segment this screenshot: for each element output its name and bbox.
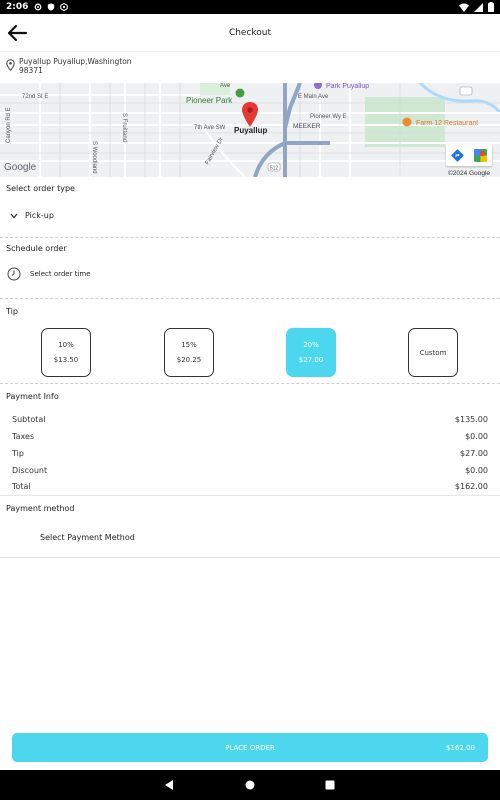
directions-button[interactable] [446,144,469,166]
divider [0,557,500,558]
arrow-left-icon[interactable] [6,23,28,43]
divider [0,383,500,384]
select-order-time-label: Select order time [30,270,91,278]
tip-percent: 15% [181,341,197,349]
route-shield-label: 512 [270,166,279,172]
payment-row-subtotal: Subtotal $135.00 [12,415,488,424]
directions-icon [451,148,464,162]
payment-row-value: $0.00 [465,466,488,475]
payment-row-taxes: Taxes $0.00 [12,432,488,441]
schedule-heading: Schedule order [6,244,67,253]
tip-option-15[interactable]: 15% $20.25 [164,328,214,377]
location-pin-icon [6,59,15,71]
map-label: MEEKER [293,123,321,130]
tip-amount: $20.25 [176,356,202,364]
payment-row-label: Subtotal [12,415,46,424]
tip-percent: Custom [419,348,447,357]
payment-row-label: Tip [12,449,24,458]
payment-row-label: Discount [12,466,48,475]
tip-heading: Tip [6,307,18,316]
open-maps-button[interactable] [469,144,492,166]
map-label-city: Puyallup [234,126,267,135]
map-label: 7th Ave SW [194,125,226,131]
gear-icon [60,3,69,11]
payment-row-total: Total $162.00 [12,482,488,491]
shield-icon [48,3,55,11]
address-line2: 98371 [19,66,43,75]
divider [0,298,500,299]
map-canvas: 512 72nd St E Ave Pioneer Park E Main Av… [0,83,500,177]
status-time: 2:06 [6,2,29,12]
address-line1: Puyallup Puyallup,Washington [19,57,132,66]
tip-option-10[interactable]: 10% $13.50 [41,328,91,377]
clock-icon [7,267,21,281]
pickup-address: Puyallup Puyallup,Washington 98371 [6,57,132,75]
highway-shield-icon [459,86,473,96]
google-maps-icon [474,148,487,162]
map-label: Pioneer Wy E [310,114,347,120]
back-nav-icon[interactable] [164,780,174,790]
location-marker-icon [242,102,258,127]
place-order-label: PLACE ORDER [225,743,275,752]
status-bar: 2:06 [0,0,500,14]
tip-amount: $13.50 [53,356,79,364]
payment-row-value: $0.00 [465,432,488,441]
payment-row-value: $27.00 [460,449,488,458]
chevron-down-icon [10,213,18,218]
divider [0,237,500,238]
tip-option-custom[interactable]: Custom [408,328,458,377]
restaurant-marker-icon [402,117,412,127]
park-marker-icon [235,88,245,98]
select-order-time-button[interactable]: Select order time [7,267,91,281]
tip-option-20[interactable]: 20% $27.00 [286,328,336,377]
map-label: Canyon Rd E [6,107,12,143]
tip-amount: $27.00 [298,356,324,364]
map-label: E Main Ave [298,94,329,100]
map-label: 72nd St E [22,94,48,100]
signal-icon [474,2,483,12]
order-type-heading: Select order type [6,184,75,193]
place-order-button[interactable]: PLACE ORDER $162.00 [12,733,488,762]
settings-icon [34,3,42,11]
battery-icon [488,2,494,12]
payment-method-heading: Payment method [6,504,75,513]
tip-percent: 10% [58,341,74,349]
payment-row-label: Total [12,482,31,491]
payment-row-discount: Discount $0.00 [12,466,488,475]
map-label: S Woodland [91,141,97,174]
map-label: S Fruitland [121,113,127,142]
order-type-value: Pick-up [25,211,54,220]
payment-row-value: $135.00 [454,415,488,424]
map-view[interactable]: 512 72nd St E Ave Pioneer Park E Main Av… [0,83,500,177]
app-bar: Checkout [0,14,500,52]
system-nav-bar [0,770,500,800]
payment-row-tip: Tip $27.00 [12,449,488,458]
map-label: Park Puyallup [326,83,369,90]
google-logo: Google [4,162,37,173]
place-order-amount: $162.00 [446,743,475,752]
page-title: Checkout [228,27,272,38]
payment-row-value: $162.00 [454,482,488,491]
divider [0,495,500,496]
wifi-icon [459,3,469,12]
payment-row-label: Taxes [12,432,35,441]
map-toolbar [446,144,492,166]
select-payment-method-button[interactable]: Select Payment Method [40,533,135,542]
home-nav-icon[interactable] [245,780,255,790]
map-label: Farm 12 Restaurant [416,120,478,127]
map-copyright: ©2024 Google [448,169,490,177]
tip-percent: 20% [303,341,319,349]
map-label: Pioneer Park [186,96,233,105]
order-type-dropdown[interactable]: Pick-up [10,211,54,220]
map-label: Ave [220,83,231,89]
payment-info-heading: Payment Info [6,392,59,401]
recents-nav-icon[interactable] [325,780,335,790]
